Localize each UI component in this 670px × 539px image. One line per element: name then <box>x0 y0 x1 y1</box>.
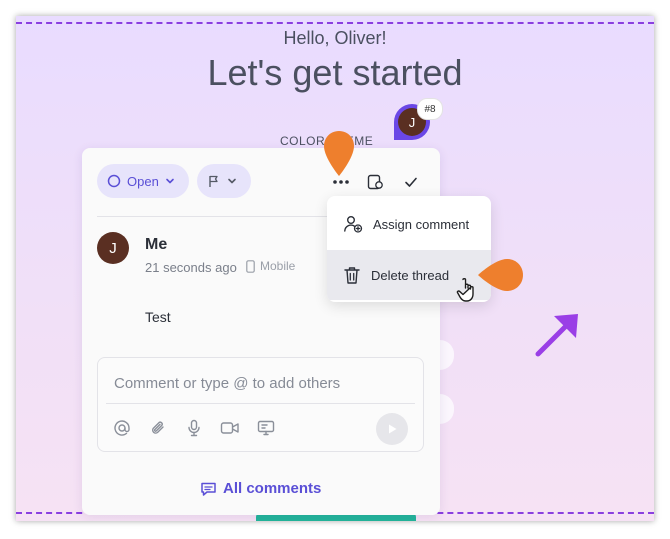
send-button[interactable] <box>376 413 408 445</box>
priority-dropdown[interactable] <box>197 164 251 198</box>
video-camera-icon <box>220 422 239 434</box>
assign-user-icon <box>344 216 363 233</box>
menu-item-label: Delete thread <box>371 267 450 283</box>
monitor-icon <box>257 420 275 436</box>
menu-item-assign-comment[interactable]: Assign comment <box>327 199 491 249</box>
input-divider <box>106 403 415 404</box>
comment-input[interactable]: Comment or type @ to add others <box>114 375 340 392</box>
at-sign-icon <box>114 420 130 436</box>
mark-unread-button[interactable] <box>365 172 385 192</box>
canvas-frame: Hello, Oliver! Let's get started COLOR T… <box>16 16 654 521</box>
comment-author: Me <box>145 236 168 253</box>
resolve-button[interactable] <box>401 172 421 192</box>
hint-marker-icon <box>324 131 354 176</box>
arrow-up-right-icon <box>535 314 578 357</box>
input-toolbar <box>111 417 277 439</box>
note-edit-icon <box>367 174 383 190</box>
attach-button[interactable] <box>147 417 169 439</box>
screen-record-button[interactable] <box>255 417 277 439</box>
hand-cursor-icon <box>456 278 474 302</box>
avatar: J <box>97 232 129 264</box>
microphone-icon <box>188 419 200 437</box>
play-send-icon <box>389 424 397 434</box>
background-button-edge <box>440 340 454 370</box>
comment-device: Mobile <box>246 259 295 273</box>
comment-time: 21 seconds ago <box>145 260 237 275</box>
page-title: Let's get started <box>207 52 463 93</box>
flag-icon <box>209 175 218 187</box>
menu-item-label: Assign comment <box>373 216 470 232</box>
greeting: Hello, Oliver! <box>283 28 387 48</box>
mobile-icon <box>246 259 255 273</box>
all-comments-link[interactable]: All comments <box>200 480 321 497</box>
chevron-down-icon <box>166 178 174 184</box>
mention-button[interactable] <box>111 417 133 439</box>
paperclip-icon <box>152 421 164 434</box>
hint-marker-icon <box>478 259 523 291</box>
trash-icon <box>344 267 360 284</box>
status-dropdown[interactable]: Open <box>97 164 189 198</box>
background-button-edge <box>440 394 454 424</box>
comment-bubble-icon <box>201 482 216 496</box>
voice-button[interactable] <box>183 417 205 439</box>
circle-icon <box>107 174 121 188</box>
more-horizontal-icon <box>333 180 349 184</box>
device-label: Mobile <box>260 259 296 273</box>
comment-text: Test <box>145 309 171 325</box>
frame-dash-top <box>16 22 654 24</box>
chevron-down-icon <box>228 178 236 184</box>
all-comments-label: All comments <box>223 480 322 497</box>
pin-badge: #8 <box>417 98 443 120</box>
video-button[interactable] <box>219 417 241 439</box>
status-label: Open <box>127 173 159 189</box>
check-icon <box>405 177 417 187</box>
comment-input-box[interactable]: Comment or type @ to add others <box>97 357 424 452</box>
